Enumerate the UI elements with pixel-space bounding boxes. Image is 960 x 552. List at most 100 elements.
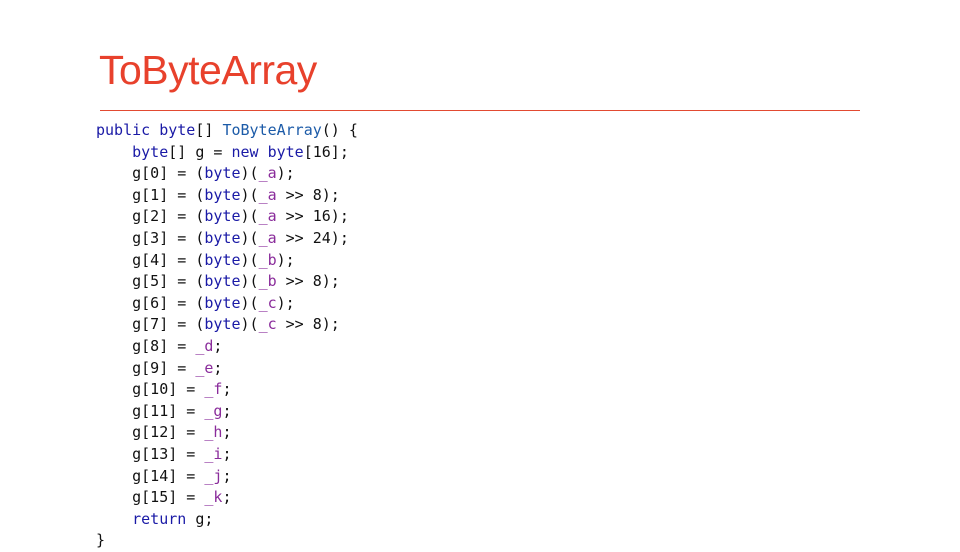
code-line: g[13] = _i; [96,444,358,466]
code-token: )( [240,164,259,183]
code-token: _a [258,207,277,226]
code-token: byte [132,142,169,161]
code-token: _c [258,293,277,312]
code-token: _a [258,228,277,247]
code-token: byte [204,315,241,334]
code-token: )( [240,272,259,291]
code-token: )( [240,207,259,226]
code-token: )( [240,228,259,247]
code-token: g[5] = ( [96,272,205,291]
code-line: return g; [96,509,358,531]
code-token: byte [204,272,241,291]
code-token: g[4] = ( [96,250,205,269]
code-token: } [96,531,106,550]
code-token: _g [204,401,223,420]
code-token: public byte [96,121,196,139]
code-token: byte [204,293,241,312]
code-line: g[14] = _j; [96,466,358,488]
code-token: g[15] = [96,488,205,507]
code-token: ); [276,293,295,312]
slide-title: ToByteArray [99,47,317,93]
code-token: g[9] = [96,358,196,377]
code-line: g[2] = (byte)(_a >> 16); [96,206,358,228]
code-token: [16]; [303,142,349,161]
code-token: _b [258,250,277,269]
code-token: _c [258,315,277,334]
code-token: >> 8); [276,272,340,291]
code-token: g[3] = ( [96,228,205,247]
code-token: _f [204,380,223,399]
code-line: g[7] = (byte)(_c >> 8); [96,314,358,336]
code-token: ; [213,358,223,377]
code-token: ); [276,250,295,269]
code-token: )( [240,250,259,269]
code-token: _k [204,488,223,507]
code-line: g[3] = (byte)(_a >> 24); [96,228,358,250]
code-token: >> 8); [276,315,340,334]
code-token: g[11] = [96,401,205,420]
code-token: g[6] = ( [96,293,205,312]
code-line: byte[] g = new byte[16]; [96,142,358,164]
code-token: ; [213,336,223,355]
code-token: ; [222,423,232,442]
code-token: ); [276,164,295,183]
code-line: g[9] = _e; [96,358,358,380]
code-token: ; [222,466,232,485]
code-token: g[2] = ( [96,207,205,226]
code-block: public byte[] ToByteArray() { byte[] g =… [96,120,358,552]
code-token: [] [195,121,223,139]
code-line: g[4] = (byte)(_b); [96,250,358,272]
code-token: >> 16); [276,207,349,226]
code-token: g[10] = [96,380,205,399]
code-token: g[8] = [96,336,196,355]
code-token: _i [204,444,223,463]
code-token: new byte [231,142,304,161]
code-token: )( [240,315,259,334]
code-token: )( [240,293,259,312]
code-token: _d [195,336,214,355]
code-token: >> 8); [276,185,340,204]
code-token: _h [204,423,223,442]
code-line: g[10] = _f; [96,379,358,401]
code-line: g[6] = (byte)(_c); [96,293,358,315]
code-token: byte [204,250,241,269]
code-token: ; [222,401,232,420]
code-token: g[13] = [96,444,205,463]
code-token: ; [222,488,232,507]
code-token: _e [195,358,214,377]
code-token: [] g = [168,142,232,161]
code-token: ToByteArray [222,121,322,139]
code-token: return [132,509,187,528]
code-token: g[7] = ( [96,315,205,334]
code-token: >> 24); [276,228,349,247]
code-line: g[15] = _k; [96,487,358,509]
code-token: g[14] = [96,466,205,485]
code-token: ; [222,444,232,463]
code-line: g[12] = _h; [96,422,358,444]
code-token: () { [321,121,358,139]
code-line: public byte[] ToByteArray() { [96,120,358,142]
code-token: byte [204,164,241,183]
code-line: g[1] = (byte)(_a >> 8); [96,185,358,207]
title-divider [100,110,860,111]
code-token: )( [240,185,259,204]
code-line: g[8] = _d; [96,336,358,358]
code-token: g[1] = ( [96,185,205,204]
code-token: byte [204,228,241,247]
code-line: g[11] = _g; [96,401,358,423]
code-line: } [96,530,358,552]
code-token: byte [204,207,241,226]
code-token: _a [258,164,277,183]
code-token: ; [222,380,232,399]
code-token: g[0] = ( [96,164,205,183]
code-token: _j [204,466,223,485]
code-token: g[12] = [96,423,205,442]
code-line: g[0] = (byte)(_a); [96,163,358,185]
code-line: g[5] = (byte)(_b >> 8); [96,271,358,293]
code-token: _b [258,272,277,291]
code-token: g; [186,509,214,528]
code-token: byte [204,185,241,204]
code-token: _a [258,185,277,204]
